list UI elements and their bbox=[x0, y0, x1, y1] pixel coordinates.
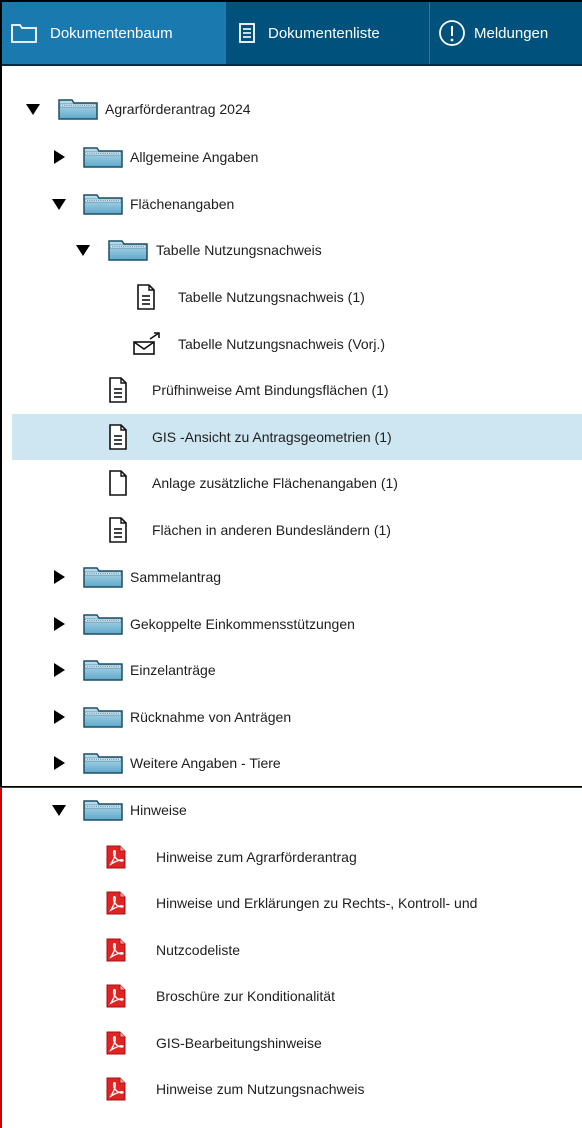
tree-node-ruecknahme[interactable]: Rücknahme von Anträgen bbox=[50, 694, 291, 740]
folder-icon bbox=[83, 799, 123, 821]
expanded-arrow-icon[interactable] bbox=[74, 241, 92, 259]
tree-node-label: Sammelantrag bbox=[130, 569, 222, 585]
tab-dokumentenliste[interactable]: Dokumentenliste bbox=[226, 2, 430, 64]
exclamation-circle-icon bbox=[438, 19, 466, 47]
tree-node-label: Tabelle Nutzungsnachweis (Vorj.) bbox=[178, 336, 385, 352]
tree-node-label: Broschüre zur Konditionalität bbox=[156, 988, 335, 1004]
tree-node-pdf-hinweise-nutzungsnachweis[interactable]: Hinweise zum Nutzungsnachweis bbox=[106, 1066, 365, 1112]
tree-node-pruefhinweise[interactable]: Prüfhinweise Amt Bindungsflächen (1) bbox=[108, 367, 389, 413]
document-icon bbox=[108, 517, 128, 543]
folder-outline-icon bbox=[10, 22, 38, 44]
collapsed-arrow-icon[interactable] bbox=[50, 568, 68, 586]
expanded-arrow-icon[interactable] bbox=[50, 195, 68, 213]
tree-node-label: Einzelanträge bbox=[130, 662, 216, 678]
tree-node-label: Weitere Angaben - Tiere bbox=[130, 755, 281, 771]
tree-node-hinweise[interactable]: Hinweise bbox=[50, 787, 187, 833]
tree-node-label: Tabelle Nutzungsnachweis (1) bbox=[178, 289, 365, 305]
pdf-icon bbox=[106, 1077, 126, 1101]
tree-node-gekoppelte[interactable]: Gekoppelte Einkommensstützungen bbox=[50, 601, 355, 647]
envelope-send-icon bbox=[132, 332, 162, 356]
tree-node-label: GIS -Ansicht zu Antragsgeometrien (1) bbox=[152, 429, 392, 445]
tab-meldungen[interactable]: Meldungen bbox=[430, 2, 582, 64]
folder-icon bbox=[83, 566, 123, 588]
tree-node-label: Hinweise bbox=[130, 802, 187, 818]
empty-document-icon bbox=[108, 470, 128, 496]
tree-node-sammelantrag[interactable]: Sammelantrag bbox=[50, 554, 221, 600]
tree-node-label: Flächen in anderen Bundesländern (1) bbox=[152, 522, 391, 538]
tab-label: Dokumentenliste bbox=[268, 24, 380, 42]
pdf-icon bbox=[106, 845, 126, 869]
folder-icon bbox=[58, 98, 98, 120]
tree-node-label: Tabelle Nutzungsnachweis bbox=[156, 242, 322, 258]
tree-node-pdf-gis-bearbeitung[interactable]: GIS-Bearbeitungshinweise bbox=[106, 1020, 322, 1066]
tree-node-label: Prüfhinweise Amt Bindungsflächen (1) bbox=[152, 382, 389, 398]
tree-node-allgemeine-angaben[interactable]: Allgemeine Angaben bbox=[50, 134, 258, 180]
tree-node-label: Hinweise und Erklärungen zu Rechts-, Kon… bbox=[156, 895, 478, 911]
tree-node-pdf-nutzcodeliste[interactable]: Nutzcodeliste bbox=[106, 927, 240, 973]
list-document-icon bbox=[238, 22, 256, 44]
tree-node-flaechenangaben[interactable]: Flächenangaben bbox=[50, 181, 234, 227]
tree-node-pdf-hinweise-agrarfoerderantrag[interactable]: Hinweise zum Agrarförderantrag bbox=[106, 834, 357, 880]
tree-node-label: Nutzcodeliste bbox=[156, 942, 241, 958]
tree-node-weitere-tiere[interactable]: Weitere Angaben - Tiere bbox=[50, 740, 281, 786]
tree-node-label: Flächenangaben bbox=[130, 196, 235, 212]
tree-node-pdf-hinweise-erklaerungen[interactable]: Hinweise und Erklärungen zu Rechts-, Kon… bbox=[106, 880, 477, 926]
pdf-icon bbox=[106, 938, 126, 962]
collapsed-arrow-icon[interactable] bbox=[50, 754, 68, 772]
folder-icon bbox=[83, 613, 123, 635]
tree-node-label: Allgemeine Angaben bbox=[130, 149, 259, 165]
tree-node-einzelantraege[interactable]: Einzelanträge bbox=[50, 647, 216, 693]
tree-node-andere-bundeslaender[interactable]: Flächen in anderen Bundesländern (1) bbox=[108, 507, 391, 553]
tree-node-label: Gekoppelte Einkommensstützungen bbox=[130, 616, 355, 632]
pdf-icon bbox=[106, 891, 126, 915]
tab-label: Dokumentenbaum bbox=[50, 24, 173, 42]
folder-icon bbox=[83, 193, 123, 215]
collapsed-arrow-icon[interactable] bbox=[50, 615, 68, 633]
tree-node-label: Anlage zusätzliche Flächenangaben (1) bbox=[152, 475, 398, 491]
tree-node-gis-ansicht[interactable]: GIS -Ansicht zu Antragsgeometrien (1) bbox=[12, 414, 582, 460]
folder-icon bbox=[83, 146, 123, 168]
collapsed-arrow-icon[interactable] bbox=[50, 148, 68, 166]
tree-node-label: Rücknahme von Anträgen bbox=[130, 709, 292, 725]
tree-node-tabelle-nutzungsnachweis-vorj[interactable]: Tabelle Nutzungsnachweis (Vorj.) bbox=[132, 321, 385, 367]
tree-node-label: Hinweise zum Nutzungsnachweis bbox=[156, 1081, 365, 1097]
folder-icon bbox=[108, 239, 148, 261]
tab-label: Meldungen bbox=[474, 24, 549, 42]
folder-icon bbox=[83, 659, 123, 681]
tree-node-label: Hinweise zum Agrarförderantrag bbox=[156, 849, 357, 865]
tab-dokumentenbaum[interactable]: Dokumentenbaum bbox=[2, 2, 226, 64]
tree-node-anlage[interactable]: Anlage zusätzliche Flächenangaben (1) bbox=[108, 460, 398, 506]
folder-icon bbox=[83, 706, 123, 728]
expanded-arrow-icon[interactable] bbox=[50, 801, 68, 819]
tree-node-label: Agrarförderantrag 2024 bbox=[105, 101, 251, 117]
pdf-icon bbox=[106, 984, 126, 1008]
pdf-icon bbox=[106, 1031, 126, 1055]
tree-node-label: GIS-Bearbeitungshinweise bbox=[156, 1035, 322, 1051]
document-icon bbox=[136, 284, 156, 310]
document-icon bbox=[108, 424, 128, 450]
collapsed-arrow-icon[interactable] bbox=[50, 708, 68, 726]
tree-node-tabelle-nutzungsnachweis-doc[interactable]: Tabelle Nutzungsnachweis (1) bbox=[136, 274, 365, 320]
document-icon bbox=[108, 377, 128, 403]
highlight-border bbox=[0, 788, 12, 1128]
tree-node-root[interactable]: Agrarförderantrag 2024 bbox=[24, 86, 251, 132]
tree-node-pdf-broschuere[interactable]: Broschüre zur Konditionalität bbox=[106, 973, 335, 1019]
tree-node-tabelle-nutzungsnachweis[interactable]: Tabelle Nutzungsnachweis bbox=[74, 227, 322, 273]
expanded-arrow-icon[interactable] bbox=[24, 100, 42, 118]
collapsed-arrow-icon[interactable] bbox=[50, 661, 68, 679]
folder-icon bbox=[83, 752, 123, 774]
tab-bar: Dokumentenbaum Dokumentenliste Meldungen bbox=[2, 2, 582, 66]
